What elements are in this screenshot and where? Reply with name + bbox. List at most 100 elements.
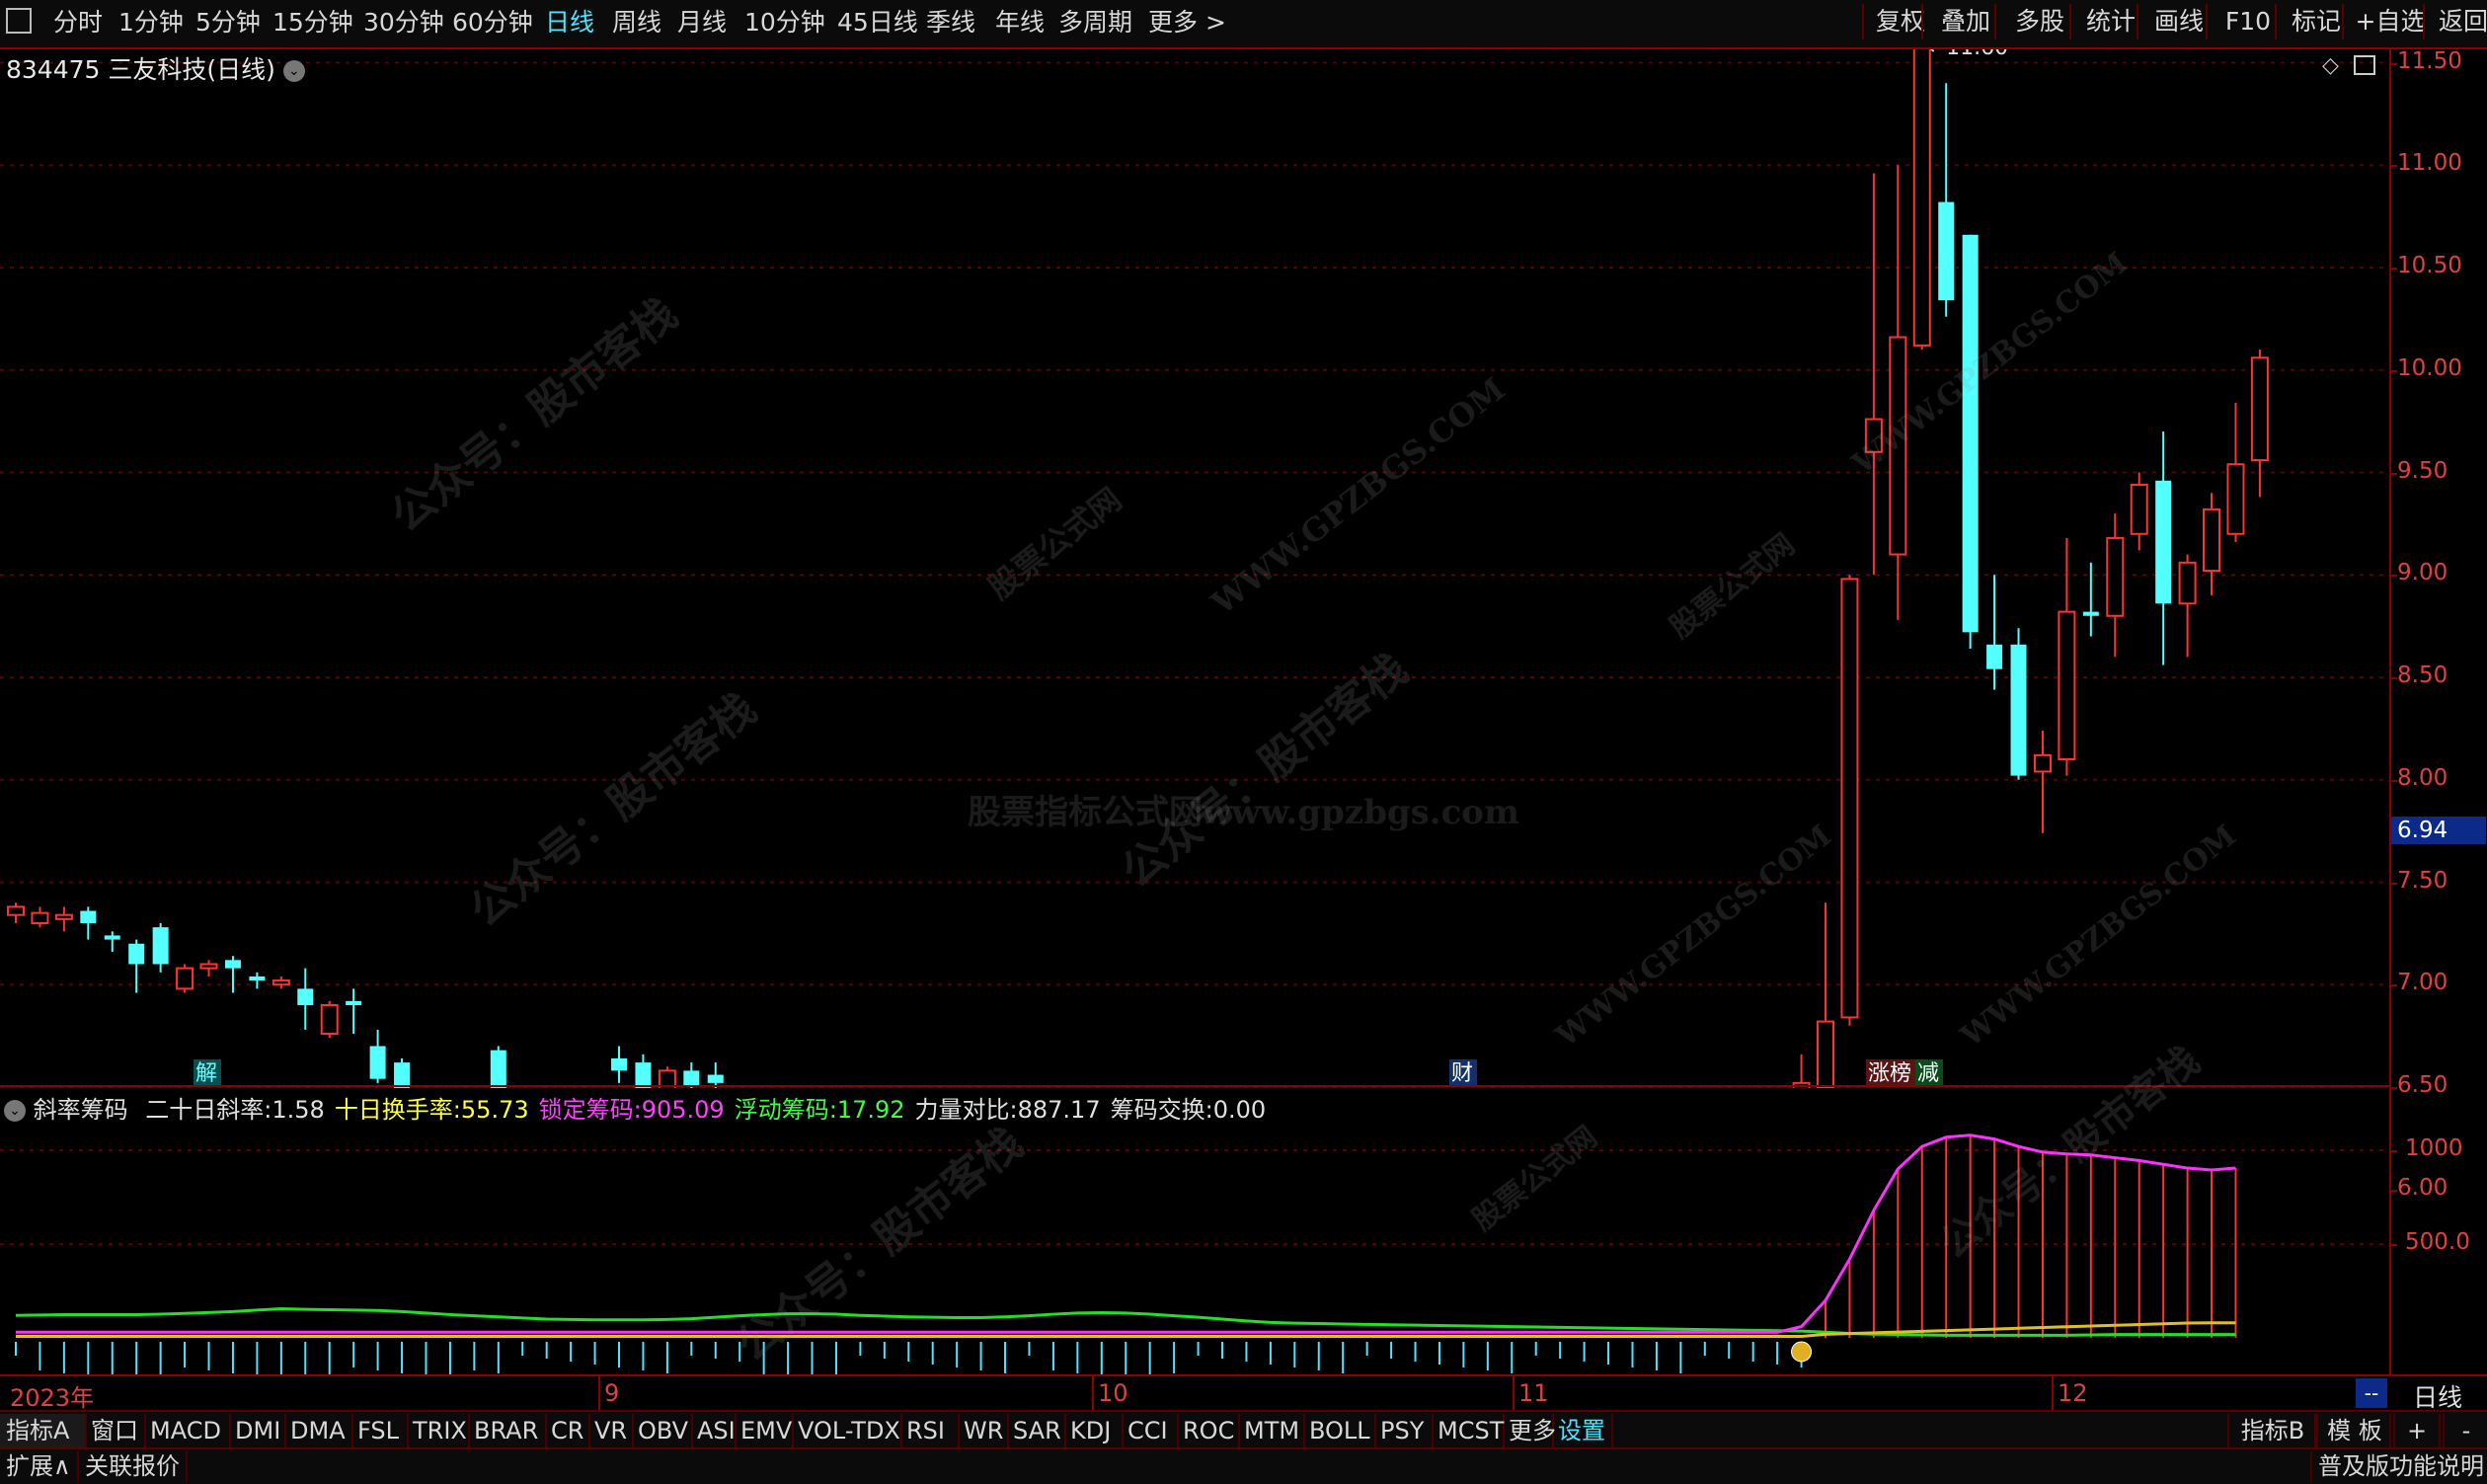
tabs-right-3[interactable]: - (2439, 1414, 2487, 1447)
indicator-tab-22[interactable]: PSY (1374, 1414, 1434, 1447)
indicator-tab-19[interactable]: ROC (1177, 1414, 1240, 1447)
indicator-tab-23[interactable]: MCST (1432, 1414, 1505, 1447)
current-price-badge: 6.94 (2391, 817, 2486, 844)
period-tab-4[interactable]: 30分钟 (363, 6, 444, 39)
price-tick-8 (2389, 882, 2397, 885)
tabs-right-2[interactable]: + (2389, 1414, 2445, 1447)
indicator-tab-6[interactable]: TRIX (407, 1414, 470, 1447)
indicator-item-0: 二十日斜率:1.58 (145, 1096, 325, 1124)
high-price-label: ←11.60 (1928, 49, 2008, 60)
diamond-icon[interactable]: ◇ (2322, 53, 2339, 78)
indicator-name[interactable]: 斜率筹码 (34, 1096, 128, 1124)
indicator-tab-13[interactable]: VOL-TDX (792, 1414, 902, 1447)
period-label[interactable]: 日线 (2399, 1378, 2462, 1414)
candle-77 (1864, 173, 1883, 576)
price-label-4: 9.50 (2397, 457, 2448, 484)
candle-29 (707, 1062, 724, 1096)
candle-8 (199, 960, 218, 976)
expand-button[interactable]: 扩展∧ (0, 1451, 79, 1482)
indicator-tab-5[interactable]: FSL (351, 1414, 409, 1447)
indicator-item-label: 二十日斜率: (145, 1096, 272, 1124)
candle-28 (683, 1062, 700, 1092)
indicator-tab-18[interactable]: CCI (1122, 1414, 1179, 1447)
earnings-marker[interactable]: 财 (1451, 1061, 1473, 1086)
period-tab-6[interactable]: 日线 (545, 6, 594, 39)
panel-toggle-icon[interactable] (2354, 55, 2375, 75)
period-tab-10[interactable]: 45日线 (837, 6, 918, 39)
date-axis-minus[interactable]: -- (2356, 1378, 2387, 1408)
candle-80 (1938, 83, 1955, 317)
candle-9 (224, 956, 241, 993)
candle-89 (2155, 431, 2172, 665)
indicator-tab-4[interactable]: DMA (284, 1414, 353, 1447)
indicator-tab-7[interactable]: BRAR (468, 1414, 547, 1447)
candle-88 (2130, 472, 2148, 551)
price-label-8: 7.50 (2397, 867, 2448, 894)
candle-0 (7, 902, 25, 923)
tabs-right-1[interactable]: 模 板 (2314, 1414, 2395, 1447)
period-tab-0[interactable]: 分时 (53, 6, 103, 39)
tabs-right-0[interactable]: 指标B (2227, 1414, 2318, 1447)
unlock-marker[interactable]: 解 (195, 1061, 217, 1086)
candle-76 (1840, 575, 1859, 1026)
candle-84 (2033, 730, 2052, 833)
indicator-tab-17[interactable]: KDJ (1064, 1414, 1124, 1447)
candle-7 (176, 964, 194, 993)
period-toolbar: 分时 1分钟 5分钟 15分钟 30分钟 60分钟 日线 周线 月线 10分钟 45日线 季线 年线 多周… (0, 0, 2487, 49)
reduce-marker[interactable]: 减 (1917, 1061, 1939, 1086)
indicator-tab-12[interactable]: EMV (735, 1414, 794, 1447)
period-tab-2[interactable]: 5分钟 (195, 6, 261, 39)
period-tab-14[interactable]: 更多 > (1148, 6, 1226, 39)
period-tab-13[interactable]: 多周期 (1058, 6, 1132, 39)
window-menu-icon[interactable] (6, 8, 32, 34)
period-tab-12[interactable]: 年线 (995, 6, 1045, 39)
candle-10 (249, 972, 266, 989)
period-tab-5[interactable]: 60分钟 (452, 6, 533, 39)
indicator-tab-1[interactable]: 窗口 (85, 1414, 146, 1447)
period-tab-1[interactable]: 1分钟 (118, 6, 184, 39)
period-tab-7[interactable]: 周线 (612, 6, 661, 39)
indicator-item-value: 905.09 (641, 1096, 725, 1124)
indicator-tab-24[interactable]: 更多 (1503, 1414, 1556, 1447)
candle-83 (2010, 628, 2027, 780)
candle-26 (635, 1054, 652, 1096)
indicator-tab-9[interactable]: VR (588, 1414, 634, 1447)
indicator-tab-8[interactable]: CR (545, 1414, 590, 1447)
top-gainers-marker[interactable]: 涨榜 (1868, 1061, 1911, 1086)
candle-4 (104, 931, 120, 953)
coin-icon[interactable] (1791, 1341, 1813, 1363)
indicator-tab-15[interactable]: WR (958, 1414, 1009, 1447)
indicator-tab-21[interactable]: BOLL (1303, 1414, 1376, 1447)
candle-78 (1889, 165, 1907, 620)
candle-3 (80, 906, 97, 940)
indicator-tab-3[interactable]: DMI (229, 1414, 286, 1447)
dropdown-icon[interactable]: ⌄ (282, 60, 305, 82)
indicator-tab-16[interactable]: SAR (1007, 1414, 1066, 1447)
indicator-tab-0[interactable]: 指标A (0, 1414, 87, 1447)
linked-quote-button[interactable]: 关联报价 (79, 1451, 188, 1482)
indicator-panel: ⌄ 斜率筹码 二十日斜率:1.58 十日换手率:55.73 锁定筹码:905.09 浮… (0, 1088, 2389, 1385)
stock-title: 834475 三友科技(日线) ⌄ (6, 50, 305, 86)
indicator-tab-2[interactable]: MACD (144, 1414, 231, 1447)
period-tab-8[interactable]: 月线 (677, 6, 727, 39)
toolbar-button-8[interactable]: 返回 (2423, 4, 2487, 39)
period-tab-9[interactable]: 10分钟 (744, 6, 825, 39)
price-label-9: 7.00 (2397, 970, 2448, 996)
indicator-tab-14[interactable]: RSI (900, 1414, 960, 1447)
price-tick-3 (2389, 369, 2397, 372)
price-label-5: 9.00 (2397, 560, 2448, 586)
period-tab-11[interactable]: 季线 (926, 6, 975, 39)
indicator-tab-10[interactable]: OBV (632, 1414, 693, 1447)
price-chart: ←11.60←5.73解财涨榜减 834475 三友科技(日线) ⌄ ◇ (0, 36, 2389, 1267)
edition-info-link[interactable]: 普及版功能说明 (2310, 1451, 2487, 1482)
indicator-menu-icon[interactable]: ⌄ (4, 1100, 26, 1122)
indicator-item-value: 887.17 (1017, 1096, 1101, 1124)
indicator-item-value: 17.92 (836, 1096, 905, 1124)
indicator-tab-11[interactable]: ASI (691, 1414, 737, 1447)
candle-75 (1817, 902, 1834, 1100)
month-label-3: 12 (2052, 1376, 2088, 1410)
indicator-item-label: 十日换手率: (334, 1096, 461, 1124)
indicator-tab-20[interactable]: MTM (1238, 1414, 1305, 1447)
indicator-tab-25[interactable]: 设置 (1552, 1414, 1613, 1447)
period-tab-3[interactable]: 15分钟 (272, 6, 353, 39)
